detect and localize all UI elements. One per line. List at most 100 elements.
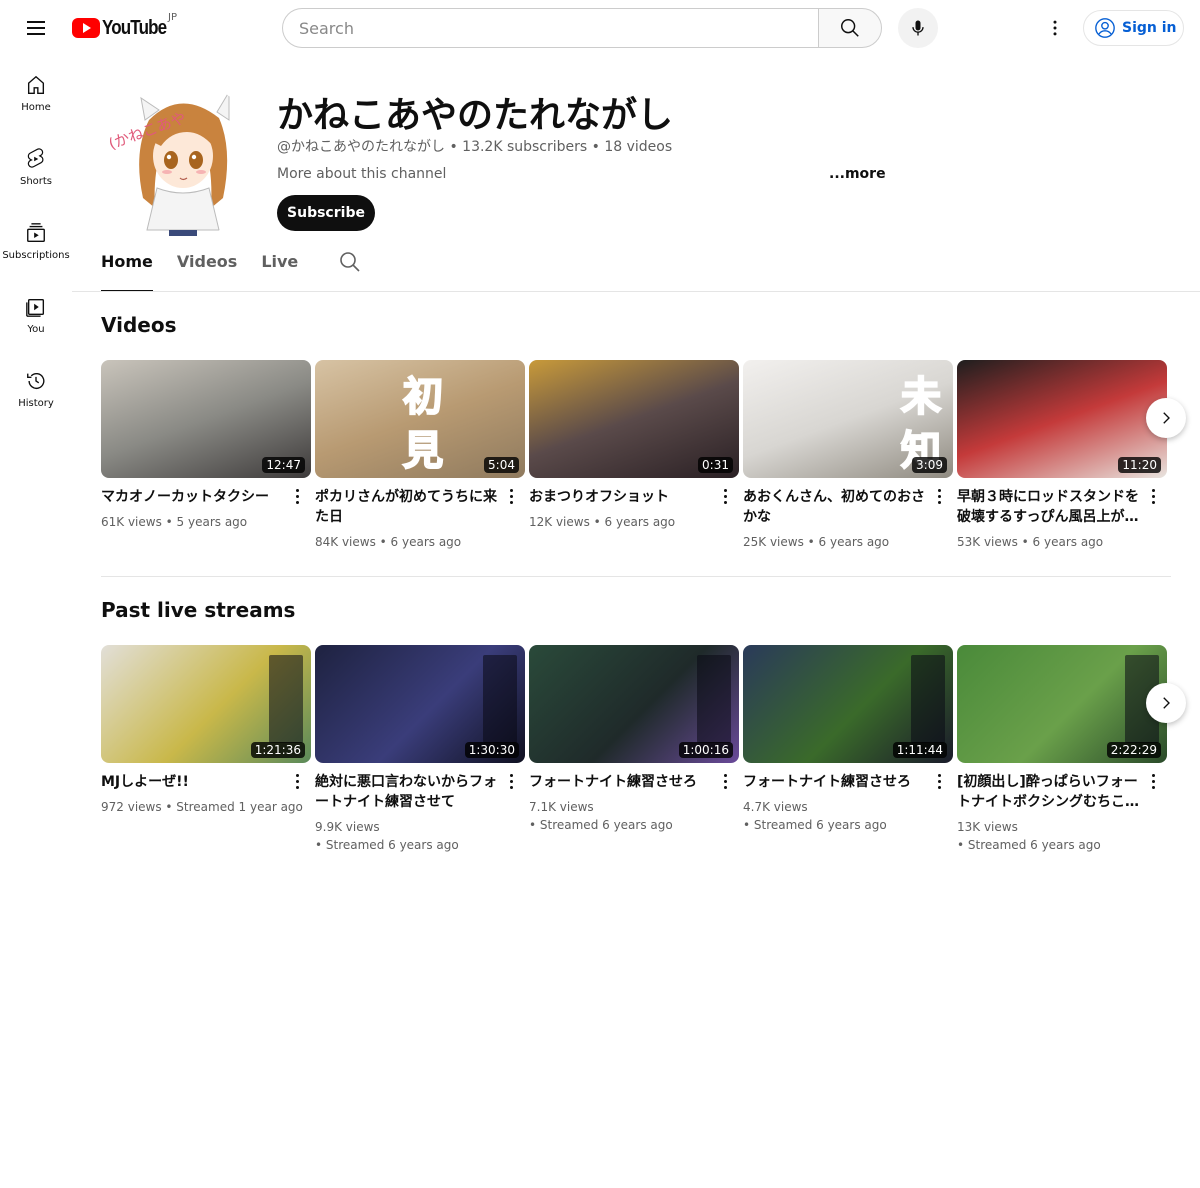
video-title[interactable]: ポカリさんが初めてうちに来た日: [315, 487, 501, 527]
video-card[interactable]: 11:20 早朝３時にロッドスタンドを破壊するすっぴん風呂上が… 53K views…: [957, 360, 1167, 551]
sidebar-item-label: You: [27, 323, 45, 335]
channel-search-icon[interactable]: [338, 250, 362, 274]
video-meta-line: • Streamed 6 years ago: [529, 818, 673, 832]
search-button[interactable]: [818, 8, 882, 48]
video-card[interactable]: 0:31 おまつりオフショット 12K views • 6 years ago: [529, 360, 739, 531]
video-more-actions-icon[interactable]: [1145, 769, 1161, 793]
video-duration: 1:30:30: [464, 742, 519, 758]
video-meta-line: • Streamed 6 years ago: [315, 838, 459, 852]
sidebar-item-history[interactable]: History: [0, 352, 72, 426]
subscribe-button[interactable]: Subscribe: [277, 195, 375, 231]
video-more-actions-icon[interactable]: [503, 484, 519, 508]
shorts-icon: [27, 147, 44, 168]
tab-home[interactable]: Home: [101, 252, 153, 292]
video-title[interactable]: 絶対に悪口言わないからフォートナイト練習させて: [315, 772, 501, 812]
settings-more-button[interactable]: [1035, 8, 1075, 48]
live-stream-card[interactable]: 1:21:36 MJしよーぜ!! 972 views • Streamed 1 ye…: [101, 645, 311, 816]
section-divider: [101, 576, 1171, 577]
thumbnail-caption-text: 見: [402, 427, 444, 475]
video-title[interactable]: [初顔出し]酔っぱらいフォートナイトボクシングむちこ…: [957, 772, 1143, 812]
subscriptions-icon: [27, 222, 45, 242]
video-thumbnail[interactable]: 1:00:16: [529, 645, 739, 763]
video-title[interactable]: 早朝３時にロッドスタンドを破壊するすっぴん風呂上が…: [957, 487, 1143, 527]
video-meta-line: 7.1K views: [529, 800, 594, 814]
video-meta-line: 25K views • 6 years ago: [743, 535, 890, 549]
video-more-actions-icon[interactable]: [289, 484, 305, 508]
country-code: JP: [168, 12, 177, 23]
video-thumbnail[interactable]: 0:31: [529, 360, 739, 478]
channel-more-link[interactable]: ...more: [829, 166, 886, 182]
video-title[interactable]: あおくんさん、初めてのおさかな: [743, 487, 929, 527]
search-field[interactable]: [282, 8, 819, 48]
channel-about-link[interactable]: More about this channel: [277, 166, 446, 182]
live-stream-card[interactable]: 1:11:44 フォートナイト練習させろ 4.7K views • Streamed …: [743, 645, 953, 834]
video-duration: 1:11:44: [892, 742, 947, 758]
tabs-divider: [72, 291, 1200, 292]
youtube-play-icon: [72, 18, 100, 38]
video-duration: 1:00:16: [678, 742, 733, 758]
sidebar-item-label: Subscriptions: [2, 249, 70, 261]
tab-videos[interactable]: Videos: [177, 252, 237, 292]
video-more-actions-icon[interactable]: [717, 484, 733, 508]
video-more-actions-icon[interactable]: [931, 484, 947, 508]
video-thumbnail[interactable]: 12:47: [101, 360, 311, 478]
videos-section-title: Videos: [101, 313, 177, 337]
video-meta: 12K views • 6 years ago: [529, 513, 739, 531]
chevron-right-icon: [1163, 412, 1170, 424]
search-input[interactable]: [299, 18, 819, 38]
video-more-actions-icon[interactable]: [503, 769, 519, 793]
channel-avatar: (かねこあや: [101, 80, 261, 240]
video-meta-line: • Streamed 6 years ago: [957, 838, 1101, 852]
video-thumbnail[interactable]: 未知 3:09: [743, 360, 953, 478]
sidebar-item-you[interactable]: You: [0, 278, 72, 352]
video-meta: 84K views • 6 years ago: [315, 533, 525, 551]
video-thumbnail[interactable]: 11:20: [957, 360, 1167, 478]
stream-overlay-panel: [697, 655, 731, 743]
video-thumbnail[interactable]: 2:22:29: [957, 645, 1167, 763]
video-title[interactable]: フォートナイト練習させろ: [529, 772, 715, 792]
history-icon: [27, 372, 45, 389]
video-duration: 1:21:36: [250, 742, 305, 758]
stream-overlay-panel: [483, 655, 517, 743]
tab-live[interactable]: Live: [261, 252, 298, 292]
video-more-actions-icon[interactable]: [931, 769, 947, 793]
live-next-button[interactable]: [1146, 683, 1186, 723]
video-thumbnail[interactable]: 1:21:36: [101, 645, 311, 763]
video-more-actions-icon[interactable]: [717, 769, 733, 793]
video-title[interactable]: MJしよーぜ!!: [101, 772, 287, 792]
sidebar-item-shorts[interactable]: Shorts: [0, 130, 72, 204]
video-title[interactable]: マカオノーカットタクシー: [101, 487, 287, 507]
video-thumbnail[interactable]: 1:30:30: [315, 645, 525, 763]
thumbnail-caption-text: 初: [402, 373, 444, 421]
live-stream-card[interactable]: 1:00:16 フォートナイト練習させろ 7.1K views • Streamed …: [529, 645, 739, 834]
stream-overlay-panel: [911, 655, 945, 743]
live-stream-card[interactable]: 2:22:29 [初顔出し]酔っぱらいフォートナイトボクシングむちこ… 13K vi…: [957, 645, 1167, 854]
video-meta-line: 4.7K views: [743, 800, 808, 814]
video-title[interactable]: フォートナイト練習させろ: [743, 772, 929, 792]
youtube-logo[interactable]: YouTube JP: [72, 12, 178, 40]
video-meta: 4.7K views • Streamed 6 years ago: [743, 798, 953, 834]
video-card[interactable]: 未知 3:09 あおくんさん、初めてのおさかな 25K views • 6 years…: [743, 360, 953, 551]
sidebar-item-home[interactable]: Home: [0, 56, 72, 130]
channel-avatar-illustration: (かねこあや: [101, 80, 261, 240]
video-meta-line: 61K views • 5 years ago: [101, 515, 248, 529]
video-thumbnail[interactable]: 1:11:44: [743, 645, 953, 763]
video-meta-line: 53K views • 6 years ago: [957, 535, 1104, 549]
sign-in-label: Sign in: [1122, 20, 1177, 36]
video-card[interactable]: 初見 5:04 ポカリさんが初めてうちに来た日 84K views • 6 years…: [315, 360, 525, 551]
live-stream-card[interactable]: 1:30:30 絶対に悪口言わないからフォートナイト練習させて 9.9K views…: [315, 645, 525, 854]
video-title[interactable]: おまつりオフショット: [529, 487, 715, 507]
voice-search-button[interactable]: [898, 8, 938, 48]
thumbnail-caption-text: 未: [900, 373, 942, 421]
sign-in-button[interactable]: Sign in: [1083, 10, 1184, 46]
sidebar-item-subscriptions[interactable]: Subscriptions: [0, 204, 72, 278]
video-more-actions-icon[interactable]: [1145, 484, 1161, 508]
videos-next-button[interactable]: [1146, 398, 1186, 438]
video-more-actions-icon[interactable]: [289, 769, 305, 793]
menu-icon[interactable]: [16, 8, 56, 48]
video-duration: 11:20: [1118, 457, 1161, 473]
video-thumbnail[interactable]: 初見 5:04: [315, 360, 525, 478]
video-card[interactable]: 12:47 マカオノーカットタクシー 61K views • 5 years ago: [101, 360, 311, 531]
video-meta: 972 views • Streamed 1 year ago: [101, 798, 311, 816]
video-meta: 7.1K views • Streamed 6 years ago: [529, 798, 739, 834]
